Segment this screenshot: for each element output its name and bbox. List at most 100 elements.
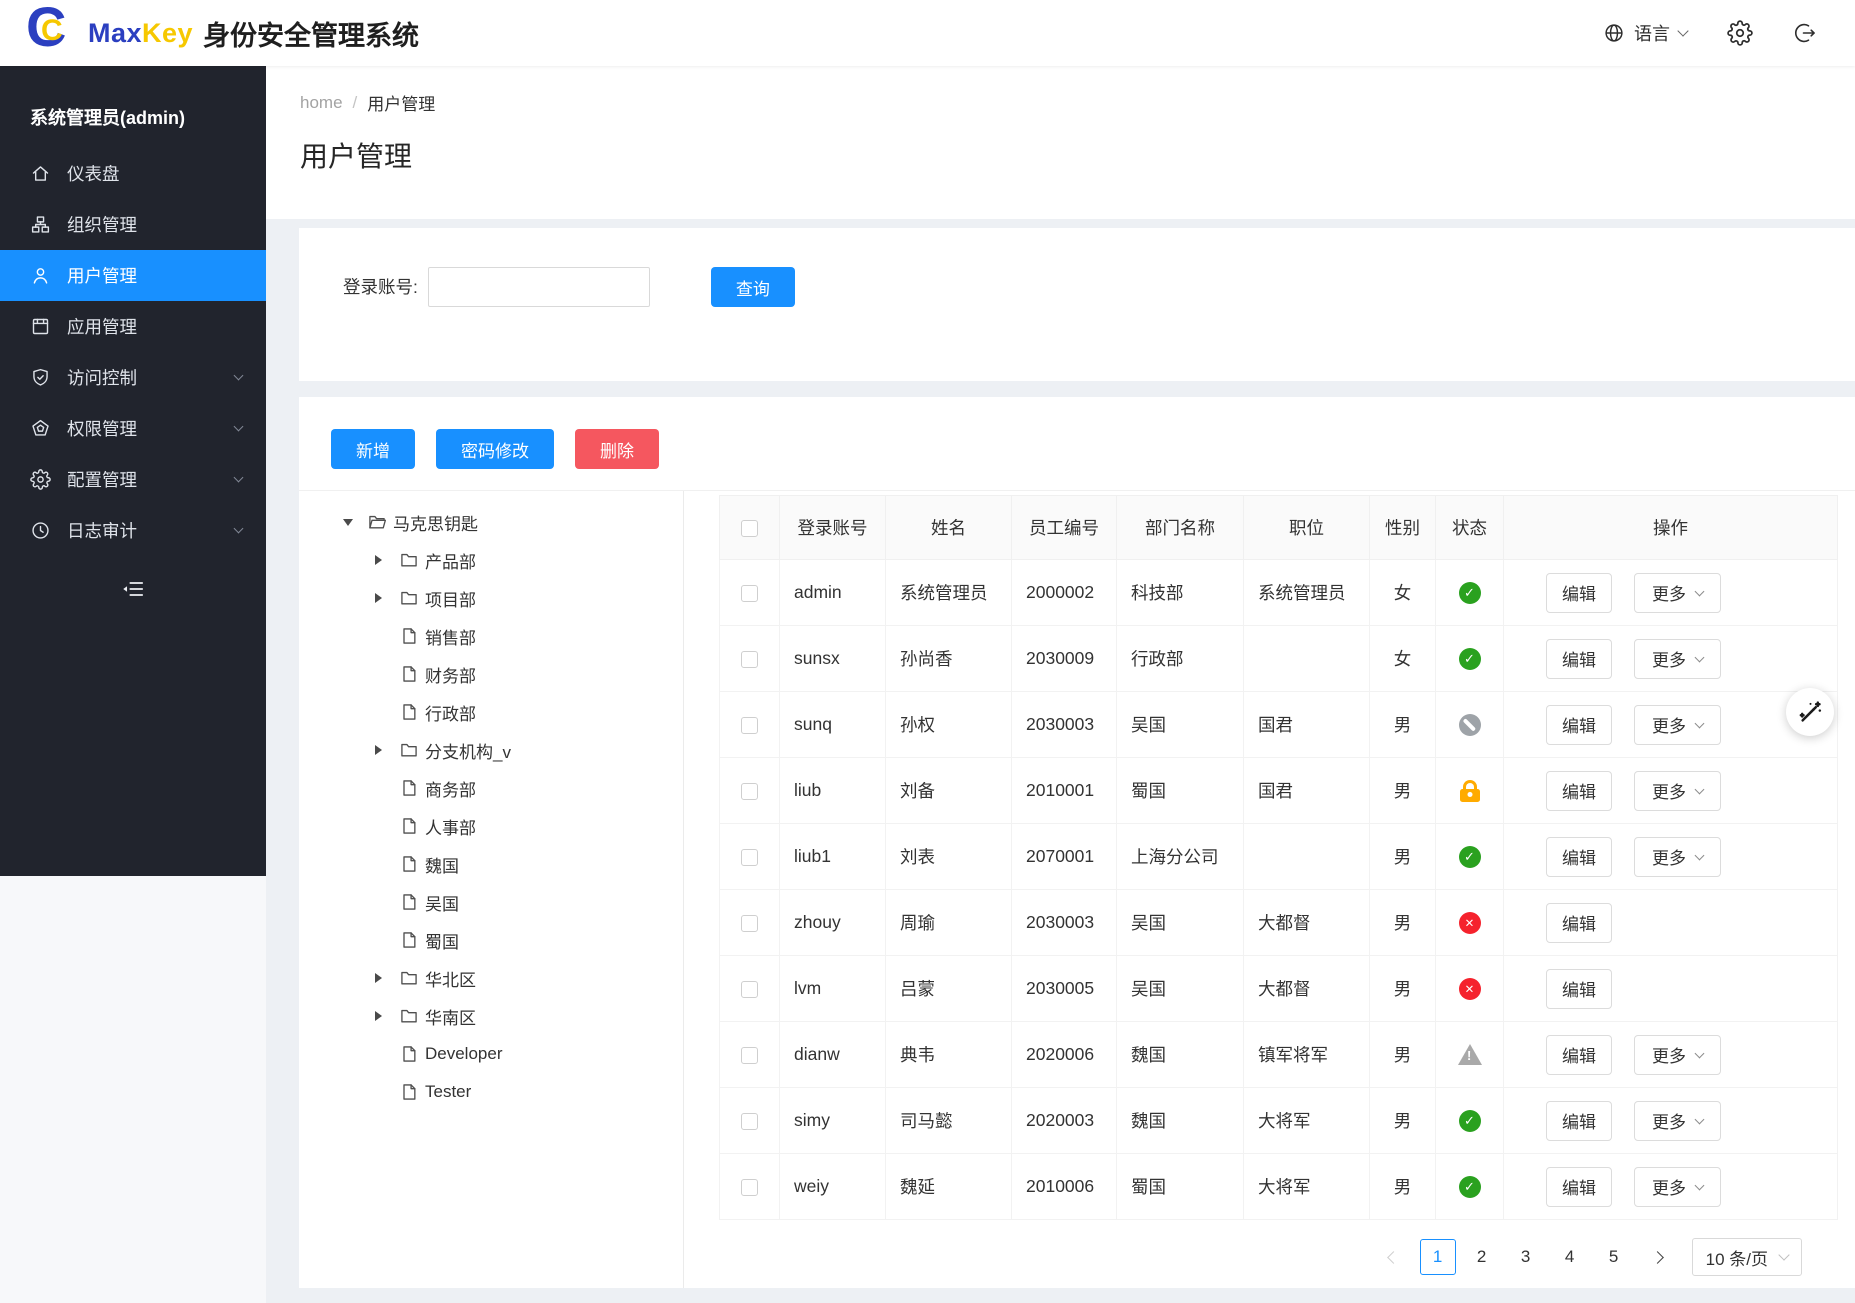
caret-right-icon[interactable] xyxy=(375,555,399,565)
more-button-label: 更多 xyxy=(1652,778,1686,803)
sidebar-item-organizations[interactable]: 组织管理 xyxy=(0,199,266,250)
cell-department: 魏国 xyxy=(1117,1022,1244,1088)
pagination-next-icon[interactable] xyxy=(1640,1239,1676,1275)
edit-button[interactable]: 编辑 xyxy=(1546,1167,1612,1207)
pagination-page-4[interactable]: 4 xyxy=(1552,1239,1588,1275)
tree-node[interactable]: 产品部 xyxy=(299,541,683,579)
pagination-page-1[interactable]: 1 xyxy=(1420,1239,1456,1275)
tree-node[interactable]: 商务部 xyxy=(299,769,683,807)
cell-job-title: 大都督 xyxy=(1244,890,1370,956)
delete-button[interactable]: 删除 xyxy=(575,429,659,469)
row-checkbox[interactable] xyxy=(741,1047,758,1064)
tree-node-label: 吴国 xyxy=(425,890,459,915)
row-checkbox[interactable] xyxy=(741,1113,758,1130)
language-selector[interactable]: 语言 xyxy=(1603,20,1687,46)
folder-icon xyxy=(399,550,419,570)
sidebar-collapse-icon[interactable] xyxy=(0,576,266,602)
more-button[interactable]: 更多 xyxy=(1634,705,1721,745)
pagination-page-5[interactable]: 5 xyxy=(1596,1239,1632,1275)
sidebar-item-dashboard[interactable]: 仪表盘 xyxy=(0,148,266,199)
sidebar-item-access-control[interactable]: 访问控制 xyxy=(0,352,266,403)
row-checkbox[interactable] xyxy=(741,849,758,866)
login-account-input[interactable] xyxy=(428,267,650,307)
more-button[interactable]: 更多 xyxy=(1634,837,1721,877)
add-user-button[interactable]: 新增 xyxy=(331,429,415,469)
column-header-ops: 操作 xyxy=(1504,496,1838,560)
more-button[interactable]: 更多 xyxy=(1634,1101,1721,1141)
edit-button[interactable]: 编辑 xyxy=(1546,639,1612,679)
more-button[interactable]: 更多 xyxy=(1634,1167,1721,1207)
tree-node[interactable]: Developer xyxy=(299,1035,683,1073)
sidebar-item-permissions[interactable]: 权限管理 xyxy=(0,403,266,454)
column-header: 姓名 xyxy=(886,496,1012,560)
more-button[interactable]: 更多 xyxy=(1634,639,1721,679)
sidebar-item-users[interactable]: 用户管理 xyxy=(0,250,266,301)
row-checkbox[interactable] xyxy=(741,981,758,998)
caret-right-icon[interactable] xyxy=(375,1011,399,1021)
tree-node-label: 马克思钥匙 xyxy=(393,510,478,535)
row-checkbox[interactable] xyxy=(741,651,758,668)
pentagon-icon xyxy=(30,418,51,439)
edit-button[interactable]: 编辑 xyxy=(1546,1035,1612,1075)
tree-node[interactable]: 分支机构_v xyxy=(299,731,683,769)
tree-node[interactable]: 魏国 xyxy=(299,845,683,883)
edit-button[interactable]: 编辑 xyxy=(1546,771,1612,811)
change-password-button[interactable]: 密码修改 xyxy=(436,429,554,469)
edit-button[interactable]: 编辑 xyxy=(1546,573,1612,613)
organization-tree: 马克思钥匙产品部项目部销售部财务部行政部分支机构_v商务部人事部魏国吴国蜀国华北… xyxy=(299,491,684,1288)
tree-node[interactable]: 华北区 xyxy=(299,959,683,997)
tree-node[interactable]: 马克思钥匙 xyxy=(299,503,683,541)
pagination-page-2[interactable]: 2 xyxy=(1464,1239,1500,1275)
pagination-prev-icon[interactable] xyxy=(1376,1239,1412,1275)
edit-button[interactable]: 编辑 xyxy=(1546,1101,1612,1141)
clock-icon xyxy=(30,520,51,541)
pagination-page-3[interactable]: 3 xyxy=(1508,1239,1544,1275)
caret-right-icon[interactable] xyxy=(375,593,399,603)
edit-button[interactable]: 编辑 xyxy=(1546,969,1612,1009)
content-area: home / 用户管理 用户管理 登录账号: 查询 新增 密码修改 删除 马克思… xyxy=(266,66,1855,1303)
select-all-checkbox[interactable] xyxy=(741,520,758,537)
more-button[interactable]: 更多 xyxy=(1634,1035,1721,1075)
file-icon xyxy=(399,664,419,684)
breadcrumb-home-link[interactable]: home xyxy=(300,93,343,113)
caret-right-icon[interactable] xyxy=(375,745,399,755)
tree-node[interactable]: 人事部 xyxy=(299,807,683,845)
cell-login: lvm xyxy=(780,956,886,1022)
edit-button[interactable]: 编辑 xyxy=(1546,903,1612,943)
caret-down-icon[interactable] xyxy=(343,519,367,526)
row-checkbox[interactable] xyxy=(741,1179,758,1196)
more-button[interactable]: 更多 xyxy=(1634,771,1721,811)
chevron-down-icon xyxy=(1695,1180,1705,1190)
cell-employee-no: 2010001 xyxy=(1012,758,1117,824)
tree-node[interactable]: 蜀国 xyxy=(299,921,683,959)
column-header: 职位 xyxy=(1244,496,1370,560)
tree-node[interactable]: Tester xyxy=(299,1073,683,1111)
table-row: simy司马懿2020003魏国大将军男编辑更多 xyxy=(720,1088,1838,1154)
page-size-select[interactable]: 10 条/页 xyxy=(1692,1238,1802,1276)
row-checkbox[interactable] xyxy=(741,717,758,734)
cell-status xyxy=(1436,890,1504,956)
settings-gear-icon[interactable] xyxy=(1727,20,1753,46)
row-checkbox[interactable] xyxy=(741,783,758,800)
query-button[interactable]: 查询 xyxy=(711,267,795,307)
edit-button[interactable]: 编辑 xyxy=(1546,837,1612,877)
tree-node[interactable]: 项目部 xyxy=(299,579,683,617)
tree-node[interactable]: 华南区 xyxy=(299,997,683,1035)
file-icon xyxy=(399,892,419,912)
logout-icon[interactable] xyxy=(1793,21,1817,45)
edit-button[interactable]: 编辑 xyxy=(1546,705,1612,745)
breadcrumb-separator: / xyxy=(353,93,358,113)
sidebar-item-applications[interactable]: 应用管理 xyxy=(0,301,266,352)
tree-node[interactable]: 财务部 xyxy=(299,655,683,693)
more-button[interactable]: 更多 xyxy=(1634,573,1721,613)
caret-right-icon[interactable] xyxy=(375,973,399,983)
sidebar-item-configuration[interactable]: 配置管理 xyxy=(0,454,266,505)
tree-node[interactable]: 行政部 xyxy=(299,693,683,731)
magic-wand-floating-button[interactable] xyxy=(1786,688,1834,736)
row-checkbox[interactable] xyxy=(741,915,758,932)
row-checkbox[interactable] xyxy=(741,585,758,602)
sidebar-item-audit-log[interactable]: 日志审计 xyxy=(0,505,266,556)
file-icon xyxy=(399,626,419,646)
tree-node[interactable]: 销售部 xyxy=(299,617,683,655)
tree-node[interactable]: 吴国 xyxy=(299,883,683,921)
